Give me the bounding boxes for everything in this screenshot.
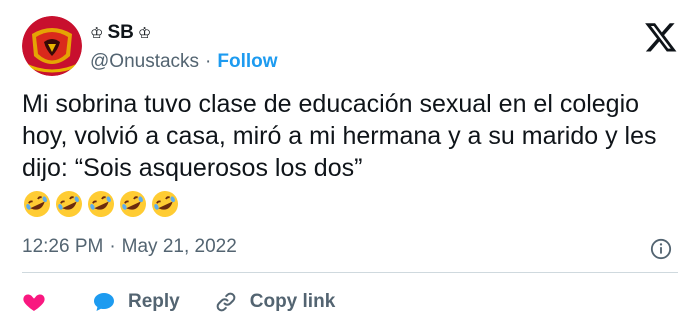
handle-row: @Onustacks · Follow	[90, 51, 278, 73]
copy-link-label: Copy link	[249, 291, 336, 312]
separator-dot: ·	[109, 236, 116, 257]
reply-label: Reply	[128, 291, 180, 312]
tweet-text: Mi sobrina tuvo clase de educación sexua…	[22, 90, 657, 182]
tweet-card: ♔ SB ♔ @Onustacks · Follow Mi sobrina tu…	[0, 0, 700, 328]
copy-link-button[interactable]: Copy link	[214, 290, 336, 314]
crown-icon: ♔	[137, 25, 152, 42]
display-name[interactable]: SB	[107, 22, 133, 44]
rolling-on-floor-laughing-icon	[152, 191, 178, 217]
x-logo-icon[interactable]	[644, 20, 678, 54]
rolling-on-floor-laughing-icon	[120, 191, 146, 217]
separator-dot: ·	[205, 51, 212, 72]
user-handle[interactable]: @Onustacks	[90, 51, 199, 73]
info-icon[interactable]	[650, 238, 672, 260]
display-name-row[interactable]: ♔ SB ♔	[90, 22, 151, 44]
action-bar: Reply Copy link	[22, 284, 335, 320]
link-icon	[216, 292, 236, 312]
tweet-date[interactable]: May 21, 2022	[122, 236, 237, 258]
reply-button[interactable]: Reply	[92, 290, 180, 314]
timestamp[interactable]: 12:26 PM · May 21, 2022	[22, 236, 237, 258]
rolling-on-floor-laughing-icon	[56, 191, 82, 217]
rolling-on-floor-laughing-icon	[24, 191, 50, 217]
follow-button[interactable]: Follow	[217, 51, 277, 73]
rolling-on-floor-laughing-icon	[88, 191, 114, 217]
divider	[22, 272, 678, 273]
heart-icon[interactable]	[22, 290, 46, 314]
crown-icon: ♔	[90, 25, 104, 42]
avatar[interactable]	[22, 16, 82, 76]
emoji-row	[22, 189, 180, 219]
tweet-time[interactable]: 12:26 PM	[22, 236, 103, 258]
speech-bubble-icon	[94, 293, 114, 311]
club-crest-icon	[22, 16, 82, 76]
